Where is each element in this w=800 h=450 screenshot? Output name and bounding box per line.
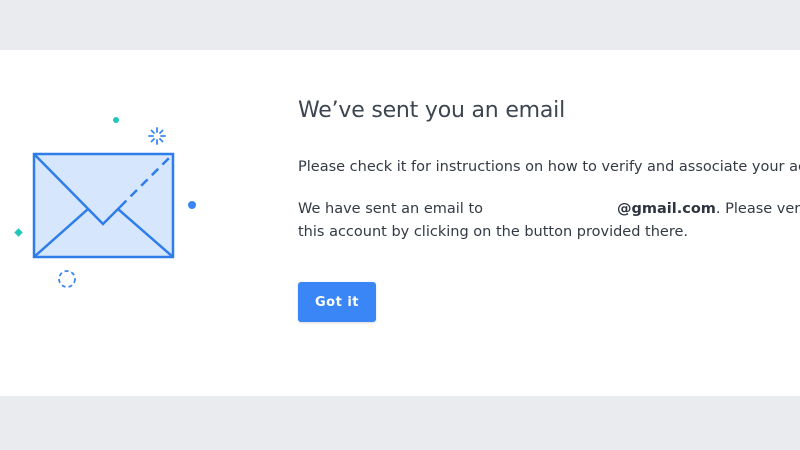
sent-email-message: We have sent an email to @gmail.com. Plea… [298, 198, 800, 244]
envelope-illustration-svg [14, 117, 196, 288]
got-it-button[interactable]: Got it [298, 282, 376, 322]
burst-icon [148, 127, 166, 145]
sent-prefix-text: We have sent an email to [298, 201, 484, 217]
page-title: We’ve sent you an email [298, 98, 566, 123]
sparkle-dot-icon [113, 117, 119, 123]
instructions-text: Please check it for instructions on how … [298, 159, 800, 175]
diamond-icon [14, 228, 23, 237]
dashed-ring-icon [58, 270, 76, 288]
email-illustration [0, 50, 260, 396]
email-sent-panel: We’ve sent you an email Please check it … [0, 50, 800, 396]
sent-suffix-text: . Please verify [715, 201, 800, 217]
email-domain-text: @gmail.com [617, 201, 716, 217]
email-sent-content: We’ve sent you an email Please check it … [298, 50, 800, 396]
blue-dot-icon [188, 201, 196, 209]
sent-line2-text: this account by clicking on the button p… [298, 224, 689, 240]
envelope-icon [32, 152, 175, 259]
